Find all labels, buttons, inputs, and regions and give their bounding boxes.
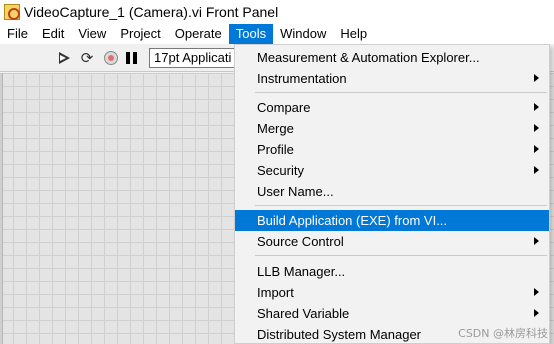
submenu-arrow-icon xyxy=(534,309,539,317)
submenu-arrow-icon xyxy=(534,124,539,132)
menu-item-llb-manager[interactable]: LLB Manager... xyxy=(235,261,549,282)
menu-separator xyxy=(255,205,547,206)
tools-menu: Measurement & Automation Explorer... Ins… xyxy=(234,44,550,344)
submenu-arrow-icon xyxy=(534,288,539,296)
run-arrow-icon xyxy=(59,52,70,64)
menu-item-compare[interactable]: Compare xyxy=(235,97,549,118)
menu-item-mae[interactable]: Measurement & Automation Explorer... xyxy=(235,47,549,68)
menu-item-label: Import xyxy=(257,285,294,300)
window-title: VideoCapture_1 (Camera).vi Front Panel xyxy=(24,4,279,20)
menu-item-security[interactable]: Security xyxy=(235,160,549,181)
menu-help[interactable]: Help xyxy=(333,24,374,44)
menu-item-label: Build Application (EXE) from VI... xyxy=(257,213,448,228)
menu-window[interactable]: Window xyxy=(273,24,333,44)
submenu-arrow-icon xyxy=(534,237,539,245)
abort-icon xyxy=(104,51,118,65)
menu-item-label: Source Control xyxy=(257,234,344,249)
watermark: CSDN @林房科技 xyxy=(458,327,548,340)
menu-view[interactable]: View xyxy=(71,24,113,44)
menu-item-label: User Name... xyxy=(257,184,334,199)
menu-tools[interactable]: Tools xyxy=(228,24,274,44)
menu-project[interactable]: Project xyxy=(113,24,167,44)
pause-icon xyxy=(125,52,137,64)
menu-item-label: Security xyxy=(257,163,304,178)
menu-item-label: Instrumentation xyxy=(257,71,347,86)
menu-edit[interactable]: Edit xyxy=(35,24,71,44)
menu-item-instrumentation[interactable]: Instrumentation xyxy=(235,68,549,89)
submenu-arrow-icon xyxy=(534,74,539,82)
run-button[interactable] xyxy=(56,49,74,67)
menu-separator xyxy=(255,255,547,256)
labview-vi-icon xyxy=(4,4,20,20)
submenu-arrow-icon xyxy=(534,145,539,153)
menu-item-label: Merge xyxy=(257,121,294,136)
pause-button[interactable] xyxy=(122,49,140,67)
menu-item-label: Profile xyxy=(257,142,294,157)
abort-button[interactable] xyxy=(102,49,120,67)
title-bar: VideoCapture_1 (Camera).vi Front Panel xyxy=(0,0,554,24)
menu-item-build-application[interactable]: Build Application (EXE) from VI... xyxy=(235,210,549,231)
menu-item-user-name[interactable]: User Name... xyxy=(235,181,549,202)
menu-item-label: Measurement & Automation Explorer... xyxy=(257,50,480,65)
menu-item-source-control[interactable]: Source Control xyxy=(235,231,549,252)
menu-item-import[interactable]: Import xyxy=(235,282,549,303)
menu-file[interactable]: File xyxy=(0,24,35,44)
menu-item-label: Compare xyxy=(257,100,311,115)
submenu-arrow-icon xyxy=(534,103,539,111)
menu-bar: File Edit View Project Operate Tools Win… xyxy=(0,24,554,44)
menu-operate[interactable]: Operate xyxy=(168,24,229,44)
menu-item-profile[interactable]: Profile xyxy=(235,139,549,160)
menu-item-label: Shared Variable xyxy=(257,306,350,321)
menu-item-merge[interactable]: Merge xyxy=(235,118,549,139)
panel-edge xyxy=(0,73,3,344)
run-continuously-icon[interactable]: ⟳ xyxy=(78,49,96,67)
submenu-arrow-icon xyxy=(534,166,539,174)
menu-item-label: LLB Manager... xyxy=(257,264,346,279)
menu-item-shared-variable[interactable]: Shared Variable xyxy=(235,303,549,324)
menu-separator xyxy=(255,92,547,93)
menu-item-label: Distributed System Manager xyxy=(257,327,422,342)
